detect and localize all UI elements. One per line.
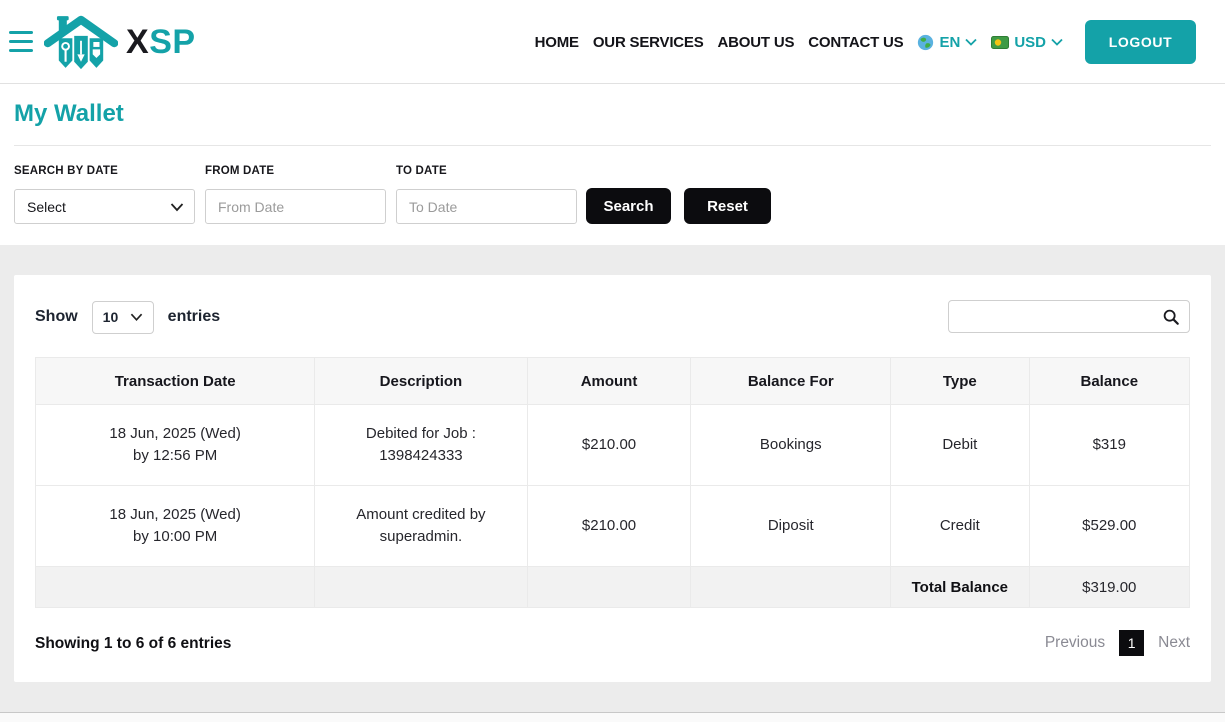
search-by-date-label: SEARCH BY DATE bbox=[14, 165, 118, 177]
nav-contact-us[interactable]: CONTACT US bbox=[808, 34, 903, 51]
total-balance-row: Total Balance $319.00 bbox=[34, 566, 1191, 608]
pagination-previous[interactable]: Previous bbox=[1045, 634, 1105, 652]
pagination-next[interactable]: Next bbox=[1158, 634, 1190, 652]
page-length-select-wrap: 10 bbox=[91, 300, 154, 334]
col-amount[interactable]: Amount bbox=[526, 357, 692, 405]
from-date-input[interactable] bbox=[206, 190, 405, 223]
chevron-down-icon bbox=[965, 38, 977, 46]
col-balance-for[interactable]: Balance For bbox=[690, 357, 892, 405]
amount-cell: $210.00 bbox=[526, 485, 692, 567]
search-icon[interactable] bbox=[1162, 308, 1189, 326]
description-cell: Amount credited by superadmin. bbox=[314, 485, 528, 567]
footer-strip bbox=[0, 713, 1225, 722]
table-row: 18 Jun, 2025 (Wed) by 12:56 PM Debited fo… bbox=[34, 404, 1191, 486]
table-search-input[interactable] bbox=[949, 301, 1162, 332]
total-balance-value: $319.00 bbox=[1028, 566, 1191, 608]
hamburger-menu-icon[interactable] bbox=[9, 31, 33, 52]
from-date-label: FROM DATE bbox=[205, 165, 275, 177]
currency-dropdown[interactable]: USD bbox=[991, 34, 1063, 51]
nav-about-us[interactable]: ABOUT US bbox=[718, 34, 795, 51]
to-date-input[interactable] bbox=[397, 190, 596, 223]
description-cell: Debited for Job :1398424333 bbox=[314, 404, 528, 486]
pagination: Previous 1 Next bbox=[1045, 630, 1190, 656]
wallet-filter-section: My Wallet SEARCH BY DATE FROM DATE TO DA… bbox=[0, 84, 1225, 245]
table-search-wrap bbox=[948, 300, 1190, 333]
search-button[interactable]: Search bbox=[586, 188, 671, 224]
language-dropdown[interactable]: EN bbox=[917, 34, 977, 51]
entries-info: Showing 1 to 6 of 6 entries bbox=[35, 635, 232, 652]
wallet-table-card: Show 10 entries Transaction Date Descrip… bbox=[14, 275, 1211, 682]
page-title: My Wallet bbox=[14, 100, 124, 127]
language-label: EN bbox=[939, 33, 961, 51]
balance-cell: $529.00 bbox=[1028, 485, 1191, 567]
currency-label: USD bbox=[1014, 33, 1046, 51]
balance-cell: $319 bbox=[1028, 404, 1191, 486]
table-header-row: Transaction Date Description Amount Bala… bbox=[34, 357, 1191, 405]
main-nav: HOME OUR SERVICES ABOUT US CONTACT US EN bbox=[535, 0, 1196, 84]
entries-label: entries bbox=[167, 308, 221, 325]
search-by-date-select[interactable]: Select bbox=[15, 190, 194, 223]
transactions-table: Transaction Date Description Amount Bala… bbox=[34, 357, 1191, 608]
table-controls: Show 10 entries bbox=[35, 300, 1190, 334]
from-date-field-wrap bbox=[205, 189, 423, 224]
divider bbox=[14, 145, 1211, 146]
top-header: XSP HOME OUR SERVICES ABOUT US CONTACT U… bbox=[0, 0, 1225, 84]
nav-home[interactable]: HOME bbox=[535, 34, 579, 51]
col-transaction-date[interactable]: Transaction Date bbox=[34, 357, 316, 405]
money-icon bbox=[991, 35, 1010, 49]
col-description[interactable]: Description bbox=[314, 357, 528, 405]
globe-icon bbox=[917, 34, 934, 51]
balance-for-cell: Bookings bbox=[690, 404, 892, 486]
type-cell: Credit bbox=[890, 485, 1030, 567]
search-by-date-select-wrap: Select bbox=[14, 189, 195, 224]
type-cell: Debit bbox=[890, 404, 1030, 486]
amount-cell: $210.00 bbox=[526, 404, 692, 486]
brand-logo[interactable]: XSP bbox=[44, 6, 196, 78]
chevron-down-icon bbox=[1051, 38, 1063, 46]
page-length-select[interactable]: 10 bbox=[92, 301, 153, 333]
brand-name: XSP bbox=[126, 22, 196, 61]
transaction-date-cell: 18 Jun, 2025 (Wed) by 12:56 PM bbox=[34, 404, 316, 486]
page-length-control: Show 10 entries bbox=[35, 300, 220, 334]
house-tools-logo-icon bbox=[44, 10, 118, 74]
show-label: Show bbox=[35, 308, 78, 325]
nav-our-services[interactable]: OUR SERVICES bbox=[593, 34, 704, 51]
logout-button[interactable]: LOGOUT bbox=[1085, 20, 1196, 64]
pagination-page-1[interactable]: 1 bbox=[1119, 630, 1145, 656]
to-date-field-wrap bbox=[396, 189, 614, 224]
col-balance[interactable]: Balance bbox=[1028, 357, 1191, 405]
total-balance-label: Total Balance bbox=[890, 566, 1030, 608]
transaction-date-cell: 18 Jun, 2025 (Wed) by 10:00 PM bbox=[34, 485, 316, 567]
col-type[interactable]: Type bbox=[890, 357, 1030, 405]
balance-for-cell: Diposit bbox=[690, 485, 892, 567]
table-row: 18 Jun, 2025 (Wed) by 10:00 PM Amount cre… bbox=[34, 485, 1191, 567]
to-date-label: TO DATE bbox=[396, 165, 447, 177]
reset-button[interactable]: Reset bbox=[684, 188, 771, 224]
